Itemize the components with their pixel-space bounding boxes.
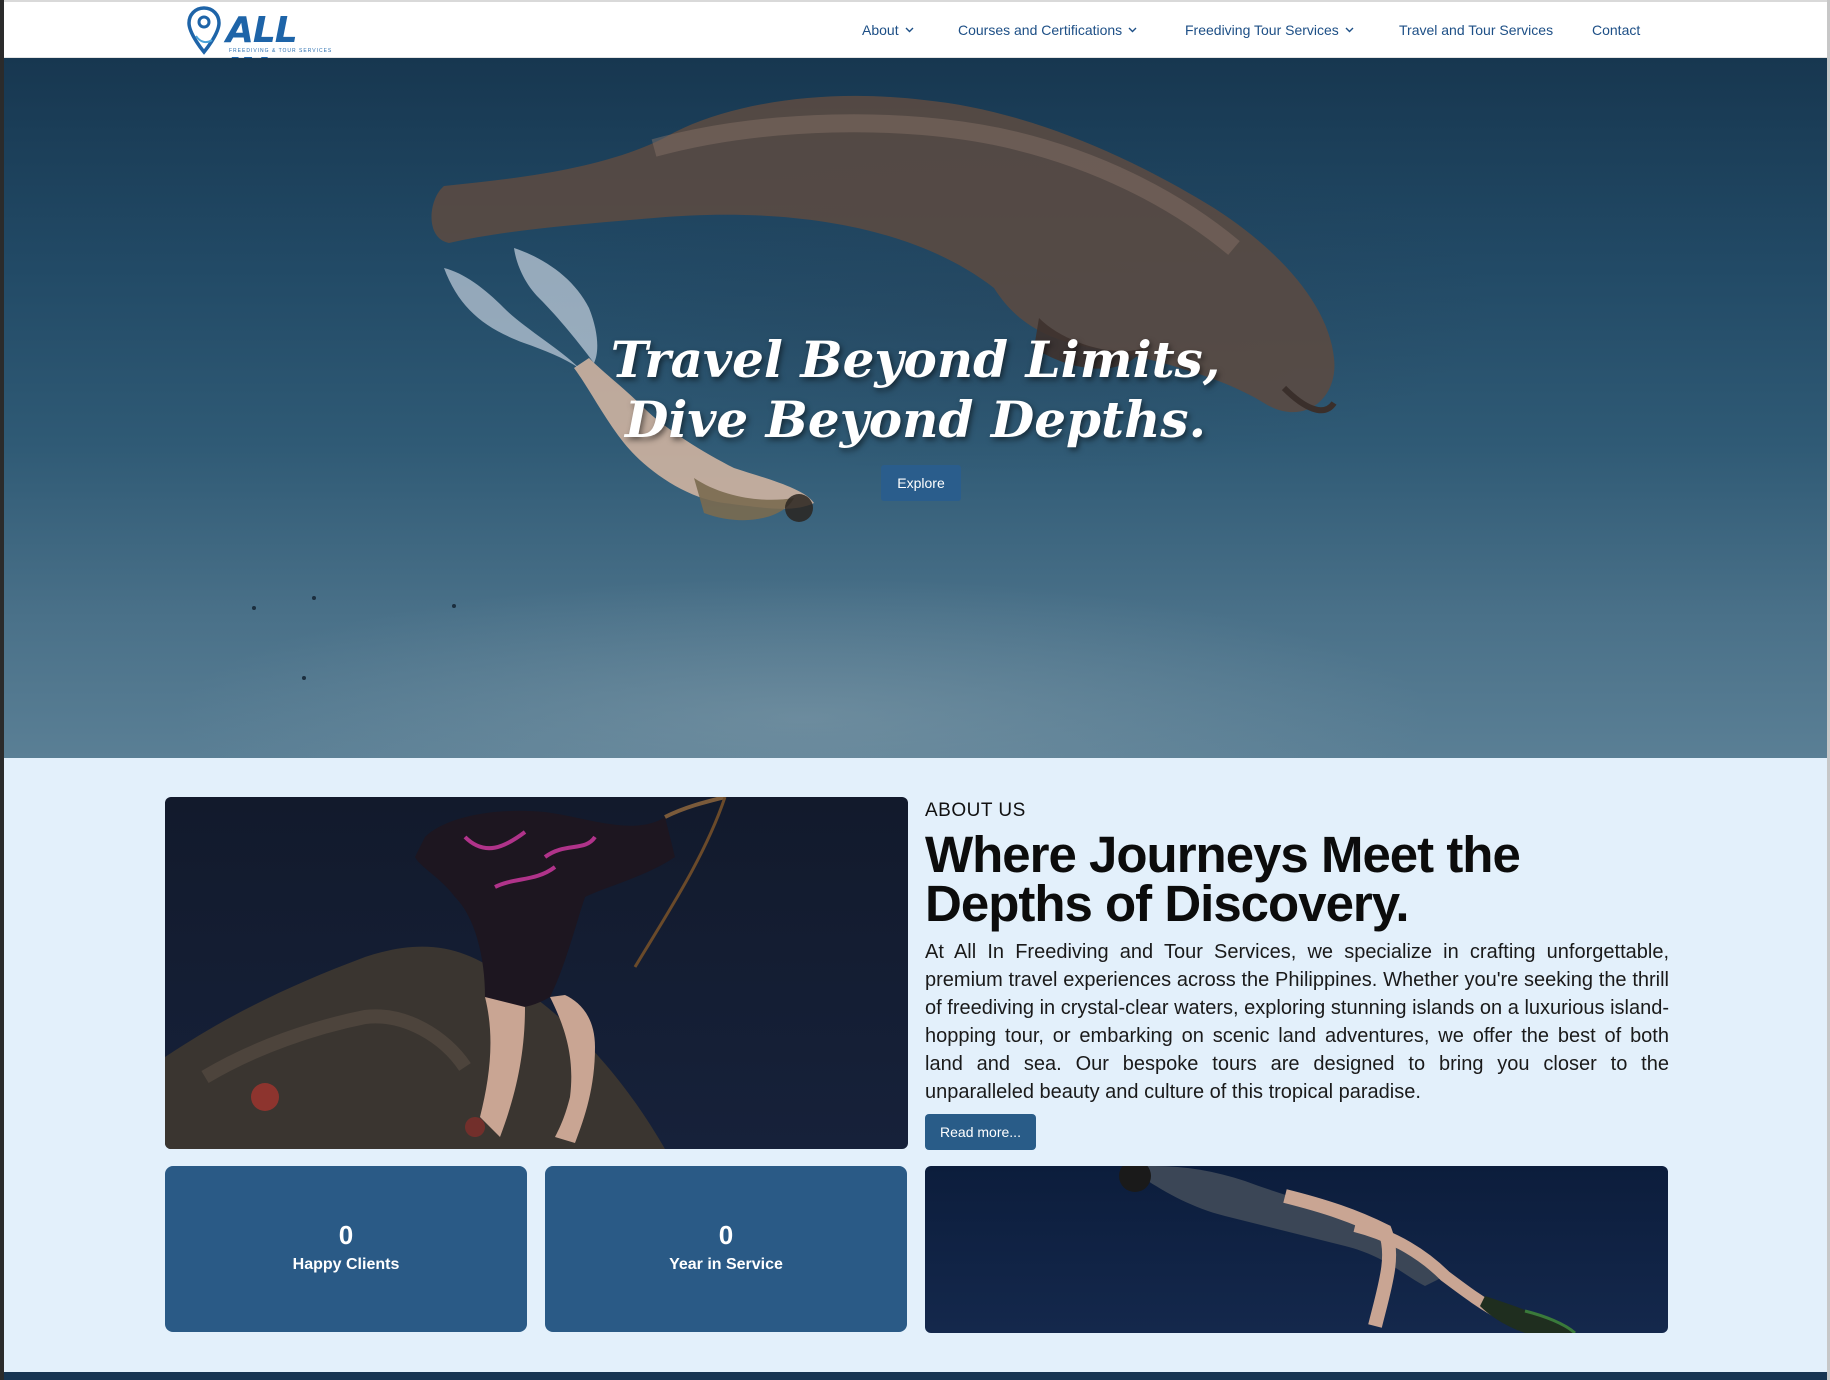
site-logo[interactable]: ALL IN FREEDIVING & TOUR SERVICES [184, 4, 336, 92]
nav-about-label: About [862, 22, 899, 38]
nav-courses-label: Courses and Certifications [958, 22, 1123, 38]
nav-freediving-tours-label: Freediving Tour Services [1185, 22, 1339, 38]
chevron-down-icon [905, 27, 914, 33]
stat-value: 0 [338, 1220, 354, 1250]
stat-value: 0 [718, 1220, 734, 1250]
logo-tagline: FREEDIVING & TOUR SERVICES [229, 48, 333, 54]
stat-label: Happy Clients [292, 1256, 400, 1273]
hero-section: Travel Beyond Limits, Dive Beyond Depths… [4, 58, 1827, 758]
swimming-diver-image [1119, 1166, 1577, 1333]
about-secondary-photo [925, 1166, 1668, 1333]
about-main-photo [165, 797, 908, 1149]
footer-strip [4, 1372, 1827, 1380]
stat-label: Year in Service [669, 1256, 783, 1273]
nav-contact-label: Contact [1592, 22, 1641, 38]
nav-travel-tours-label: Travel and Tour Services [1399, 22, 1554, 38]
map-pin-icon [187, 6, 221, 55]
freediver-on-wreck-image [165, 797, 727, 1149]
nav-freediving-tours[interactable]: Freediving Tour Services [1185, 22, 1354, 38]
about-eyebrow: ABOUT US [925, 800, 1026, 821]
site-header: ALL IN FREEDIVING & TOUR SERVICES About … [4, 0, 1827, 92]
explore-button[interactable]: Explore [881, 465, 961, 501]
nav-about[interactable]: About [862, 22, 914, 38]
stat-card-years-in-service: 0 Year in Service [545, 1166, 907, 1332]
about-title: Where Journeys Meet the Depths of Discov… [925, 826, 1521, 932]
nav-contact[interactable]: Contact [1592, 22, 1640, 38]
nav-courses[interactable]: Courses and Certifications [958, 22, 1137, 38]
about-body-text: At All In Freediving and Tour Services, … [925, 941, 1669, 1103]
read-more-button[interactable]: Read more... [925, 1114, 1036, 1150]
hero-title-line2: Dive Beyond Depths. [625, 390, 1206, 449]
chevron-down-icon [1128, 27, 1137, 33]
stat-card-happy-clients: 0 Happy Clients [165, 1166, 527, 1332]
nav-travel-tours[interactable]: Travel and Tour Services [1399, 22, 1553, 38]
chevron-down-icon [1345, 27, 1354, 33]
hero-title-line1: Travel Beyond Limits, [610, 330, 1221, 389]
